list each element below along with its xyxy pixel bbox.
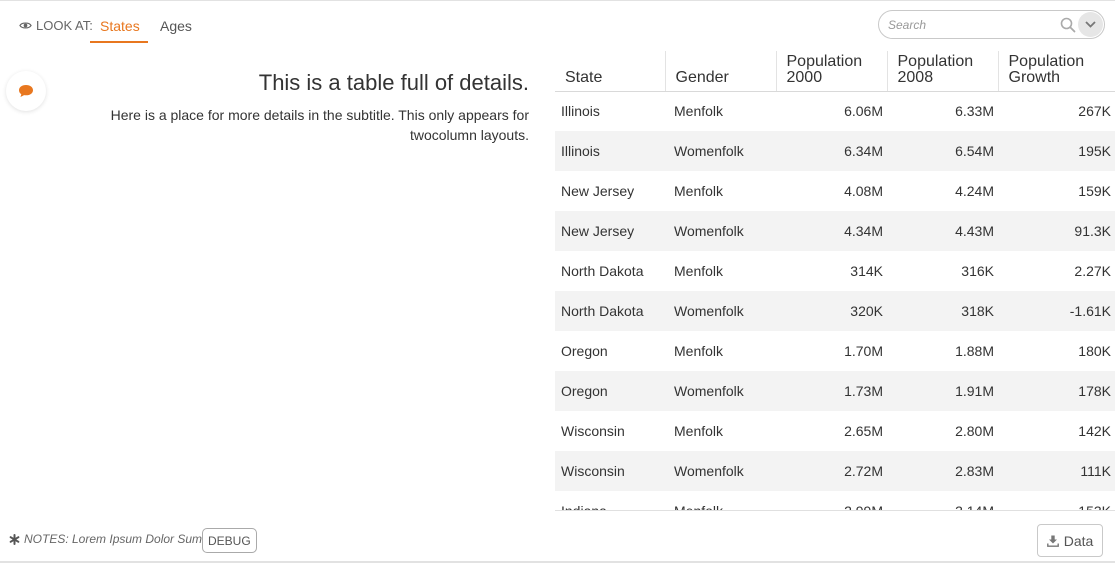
cell-population-2000: 1.70M [844, 343, 883, 359]
cell-population-growth: 2.27K [1074, 263, 1111, 279]
look-at-label-group: LOOK AT: [19, 18, 93, 33]
cell-population-growth: 91.3K [998, 211, 1115, 251]
download-icon [1046, 535, 1059, 547]
search-icon[interactable] [1060, 17, 1076, 33]
cell-state: Indiana [561, 503, 607, 511]
comment-button[interactable] [6, 71, 46, 111]
cell-population-growth: 195K [998, 131, 1115, 171]
cell-population-growth: 178K [998, 371, 1115, 411]
cell-population-growth: 142K [1078, 423, 1111, 439]
footer-notes: NOTES: Lorem Ipsum Dolor Sumit [9, 532, 208, 546]
search-box [878, 10, 1105, 39]
tab-states[interactable]: States [100, 18, 140, 34]
comment-icon [19, 85, 33, 97]
cell-population-growth: 153K [1078, 503, 1111, 511]
cell-population-growth: 180K [1078, 343, 1111, 359]
cell-gender: Menfolk [674, 343, 724, 359]
eye-icon [19, 22, 32, 29]
cell-population-2008: 1.88M [955, 343, 994, 359]
table-row: Indiana Menfolk 2.99M 3.14M 153K [555, 491, 1115, 511]
cell-population-2000: 2.99M [844, 503, 883, 511]
cell-gender: Womenfolk [665, 451, 776, 491]
debug-button[interactable]: DEBUG [202, 528, 257, 553]
table-row: Wisconsin Womenfolk 2.72M 2.83M 111K [555, 451, 1115, 491]
cell-gender: Menfolk [674, 263, 724, 279]
cell-population-2000: 6.06M [844, 103, 883, 120]
cell-population-growth: 111K [998, 451, 1115, 491]
cell-population-2000: 320K [776, 291, 887, 331]
top-nav: LOOK AT: States Ages [0, 0, 1115, 46]
cell-population-2008: 4.24M [955, 183, 994, 199]
column-header-population-2008[interactable]: Population 2008 [886, 51, 998, 92]
cell-population-2008: 318K [887, 291, 998, 331]
cell-population-2000: 1.73M [776, 371, 887, 411]
table-row: Illinois Womenfolk 6.34M 6.54M 195K [555, 131, 1115, 171]
cell-population-2008: 2.83M [887, 451, 998, 491]
cell-gender: Menfolk [674, 103, 724, 120]
cell-population-2000: 4.08M [844, 183, 883, 199]
search-dropdown-button[interactable] [1078, 12, 1103, 37]
data-button-label: Data [1063, 532, 1094, 549]
table-row: New Jersey Menfolk 4.08M 4.24M 159K [555, 171, 1115, 211]
table-header-row: State Gender Population 2000 Population … [555, 51, 1115, 92]
notes-text: NOTES: Lorem Ipsum Dolor Sumit [24, 532, 209, 546]
look-at-label: LOOK AT: [36, 18, 93, 33]
tab-ages[interactable]: Ages [160, 18, 192, 34]
cell-gender: Menfolk [674, 423, 724, 439]
column-header-gender[interactable]: Gender [664, 51, 776, 92]
cell-state: North Dakota [561, 263, 644, 279]
cell-gender: Menfolk [674, 503, 724, 511]
cell-gender: Menfolk [674, 183, 724, 199]
active-tab-indicator [90, 41, 148, 43]
cell-gender: Womenfolk [665, 291, 776, 331]
cell-population-2000: 6.34M [776, 131, 887, 171]
cell-gender: Womenfolk [665, 371, 776, 411]
cell-population-2008: 1.91M [887, 371, 998, 411]
table-row: North Dakota Menfolk 314K 316K 2.27K [555, 251, 1115, 291]
cell-population-growth: 159K [1078, 183, 1111, 199]
cell-state: New Jersey [561, 183, 635, 199]
cell-state: Oregon [555, 371, 665, 411]
cell-state: Wisconsin [561, 423, 625, 439]
cell-state: Illinois [561, 103, 600, 120]
cell-state: Illinois [555, 131, 665, 171]
cell-state: New Jersey [555, 211, 665, 251]
cell-population-2008: 6.54M [887, 131, 998, 171]
cell-population-2000: 2.65M [844, 423, 883, 439]
page-title: This is a table full of details. [258, 70, 529, 95]
cell-state: North Dakota [555, 291, 665, 331]
table-row: Wisconsin Menfolk 2.65M 2.80M 142K [555, 411, 1115, 451]
cell-population-growth: -1.61K [998, 291, 1115, 331]
cell-state: Wisconsin [555, 451, 665, 491]
table-row: North Dakota Womenfolk 320K 318K -1.61K [555, 291, 1115, 331]
cell-gender: Womenfolk [665, 131, 776, 171]
chevron-down-icon [1085, 21, 1096, 28]
table-row: Oregon Womenfolk 1.73M 1.91M 178K [555, 371, 1115, 411]
cell-population-2008: 6.33M [955, 103, 994, 120]
asterisk-icon [9, 533, 20, 545]
column-header-population-2000[interactable]: Population 2000 [775, 51, 887, 92]
page-subtitle: Here is a place for more details in the … [110, 107, 529, 143]
column-header-population-growth[interactable]: Population Growth [997, 51, 1115, 92]
table-row: Illinois Menfolk 6.06M 6.33M 267K [555, 91, 1115, 131]
table-row: New Jersey Womenfolk 4.34M 4.43M 91.3K [555, 211, 1115, 251]
search-input[interactable] [888, 16, 1056, 34]
cell-population-2000: 314K [850, 263, 883, 279]
cell-population-2008: 316K [961, 263, 994, 279]
cell-population-2000: 4.34M [776, 211, 887, 251]
cell-population-2008: 3.14M [955, 503, 994, 511]
data-download-button[interactable]: Data [1037, 524, 1103, 557]
cell-population-2008: 2.80M [955, 423, 994, 439]
cell-gender: Womenfolk [665, 211, 776, 251]
cell-population-2000: 2.72M [776, 451, 887, 491]
cell-population-growth: 267K [1078, 103, 1111, 120]
cell-state: Oregon [561, 343, 608, 359]
cell-population-2008: 4.43M [887, 211, 998, 251]
data-table: State Gender Population 2000 Population … [555, 51, 1115, 511]
table-row: Oregon Menfolk 1.70M 1.88M 180K [555, 331, 1115, 371]
column-header-state[interactable]: State [555, 51, 665, 92]
data-table-container[interactable]: State Gender Population 2000 Population … [555, 51, 1115, 511]
